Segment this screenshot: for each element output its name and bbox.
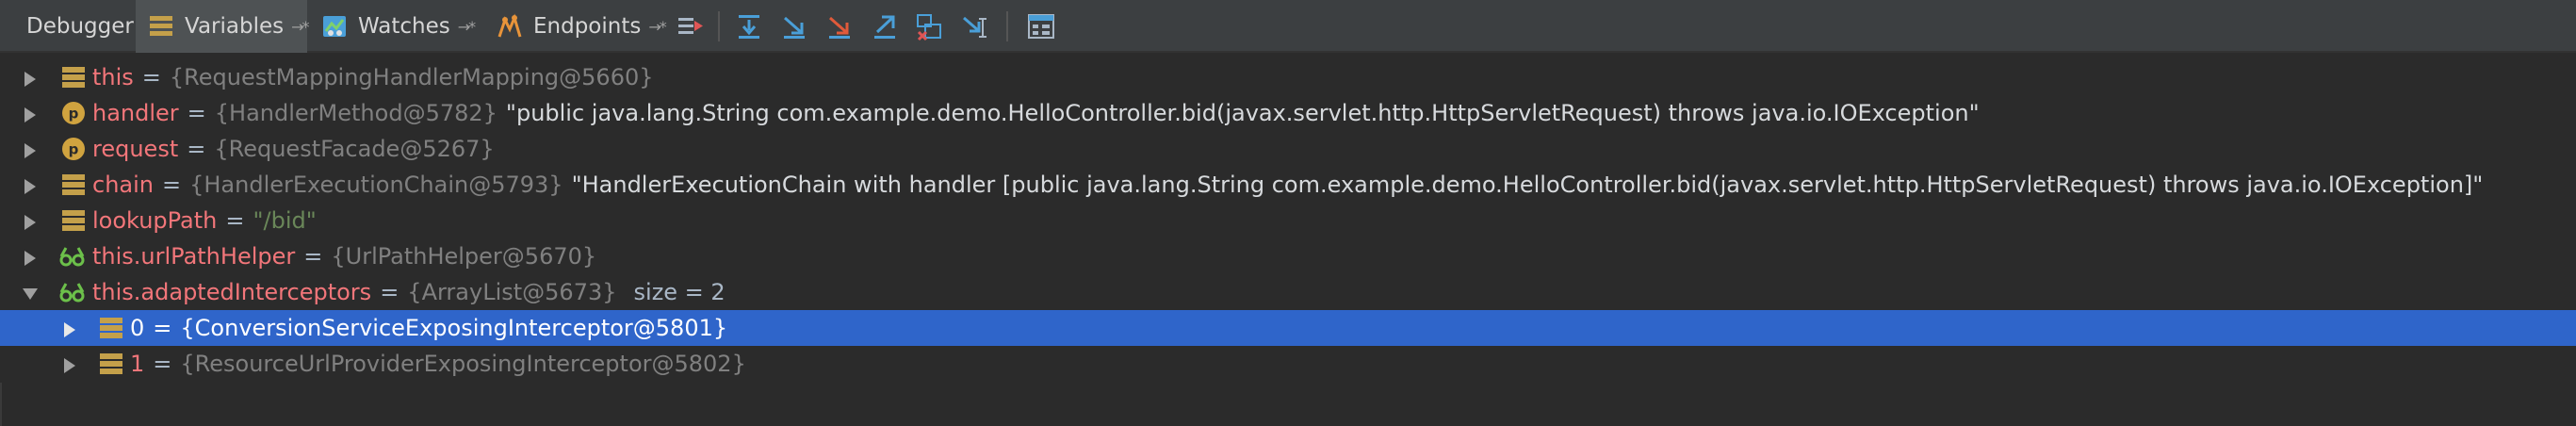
tab-variables[interactable]: Variables →*	[136, 0, 310, 53]
tab-watches[interactable]: Watches →*	[313, 0, 479, 53]
equals-sign: =	[153, 315, 172, 341]
variable-name: 0	[130, 315, 145, 341]
expand-arrow-icon[interactable]	[21, 139, 40, 158]
tree-gutter	[0, 383, 9, 426]
svg-text:p: p	[69, 141, 79, 158]
variable-value: {RequestFacade@5267}	[214, 136, 495, 162]
variable-name: this.urlPathHelper	[92, 243, 296, 270]
collapse-arrow-icon[interactable]	[21, 283, 40, 302]
pin-icon[interactable]: →*	[291, 18, 309, 36]
field-icon	[98, 315, 124, 341]
variable-row[interactable]: p request = {RequestFacade@5267}	[0, 131, 2576, 167]
expand-arrow-icon[interactable]	[21, 247, 40, 266]
equals-sign: =	[187, 100, 206, 126]
variables-tree: this = {RequestMappingHandlerMapping@566…	[0, 55, 2576, 426]
equals-sign: =	[225, 207, 245, 234]
variable-name: this.adaptedInterceptors	[92, 279, 372, 305]
equals-sign: =	[141, 64, 161, 90]
field-icon	[98, 351, 124, 377]
variable-value: {HandlerExecutionChain@5793}	[189, 172, 563, 198]
tab-watches-label: Watches	[358, 14, 450, 39]
variable-value: "/bid"	[253, 207, 317, 234]
variable-name: 1	[130, 351, 145, 377]
pin-icon[interactable]: →*	[648, 18, 666, 36]
equals-sign: =	[380, 279, 399, 305]
step-out-icon[interactable]	[869, 11, 901, 41]
pin-icon[interactable]: →*	[458, 18, 476, 36]
parameter-icon: p	[60, 136, 87, 162]
variable-name: request	[92, 136, 179, 162]
expand-arrow-icon[interactable]	[60, 354, 79, 373]
parameter-icon: p	[60, 100, 87, 126]
equals-sign: =	[162, 172, 182, 198]
tab-variables-label: Variables	[185, 14, 285, 39]
tab-debugger[interactable]: Debugger	[0, 0, 134, 53]
tab-endpoints[interactable]: Endpoints →*	[488, 0, 667, 53]
tab-debugger-label: Debugger	[26, 14, 134, 39]
force-step-into-icon[interactable]	[823, 11, 856, 41]
variable-row[interactable]: p handler = {HandlerMethod@5782} "public…	[0, 95, 2576, 131]
equals-sign: =	[187, 136, 206, 162]
expand-arrow-icon[interactable]	[60, 319, 79, 337]
variable-value: {ArrayList@5673}	[407, 279, 617, 305]
drop-frame-icon[interactable]	[914, 11, 946, 41]
step-into-icon[interactable]	[778, 11, 810, 41]
variable-value: {ResourceUrlProviderExposingInterceptor@…	[180, 351, 746, 377]
toolbar-separator	[1006, 11, 1008, 41]
equals-sign: =	[153, 351, 172, 377]
svg-text:p: p	[69, 106, 79, 123]
expand-arrow-icon[interactable]	[21, 104, 40, 123]
variable-name: this	[92, 64, 134, 90]
variable-value: {ConversionServiceExposingInterceptor@58…	[180, 315, 728, 341]
variable-name: chain	[92, 172, 154, 198]
variable-row[interactable]: chain = {HandlerExecutionChain@5793} "Ha…	[0, 167, 2576, 203]
debugger-toolbar: Debugger Variables →* Watches →* Endpoin…	[0, 0, 2576, 53]
variable-name: handler	[92, 100, 179, 126]
variable-name: lookupPath	[92, 207, 218, 234]
field-icon	[60, 172, 87, 198]
expand-arrow-icon[interactable]	[21, 211, 40, 230]
expand-arrow-icon[interactable]	[21, 68, 40, 87]
step-over-icon[interactable]	[733, 11, 765, 41]
endpoints-icon	[496, 12, 524, 41]
variable-row[interactable]: lookupPath = "/bid"	[0, 203, 2576, 238]
variable-row-selected[interactable]: 0 = {ConversionServiceExposingIntercepto…	[0, 310, 2576, 346]
variable-row[interactable]: this = {RequestMappingHandlerMapping@566…	[0, 59, 2576, 95]
variable-tostring: "HandlerExecutionChain with handler [pub…	[571, 172, 2484, 198]
tab-endpoints-label: Endpoints	[533, 14, 642, 39]
field-icon	[60, 64, 87, 90]
variable-tostring: "public java.lang.String com.example.dem…	[505, 100, 1980, 126]
variables-icon	[147, 12, 175, 41]
field-icon	[60, 207, 87, 234]
run-to-cursor-icon[interactable]	[959, 11, 991, 41]
watches-icon	[320, 12, 349, 41]
variable-row[interactable]: 1 = {ResourceUrlProviderExposingIntercep…	[0, 346, 2576, 382]
collection-size: size = 2	[633, 279, 726, 305]
show-execution-point-icon[interactable]	[675, 11, 707, 41]
watch-icon	[58, 243, 85, 270]
variable-value: {UrlPathHelper@5670}	[331, 243, 597, 270]
evaluate-expression-icon[interactable]	[1025, 11, 1057, 41]
variable-row[interactable]: this.urlPathHelper = {UrlPathHelper@5670…	[0, 238, 2576, 274]
variable-value: {RequestMappingHandlerMapping@5660}	[169, 64, 654, 90]
watch-icon	[58, 279, 85, 305]
variable-row[interactable]: this.adaptedInterceptors = {ArrayList@56…	[0, 274, 2576, 310]
toolbar-separator	[718, 11, 720, 41]
variable-value: {HandlerMethod@5782}	[214, 100, 497, 126]
equals-sign: =	[303, 243, 323, 270]
expand-arrow-icon[interactable]	[21, 175, 40, 194]
